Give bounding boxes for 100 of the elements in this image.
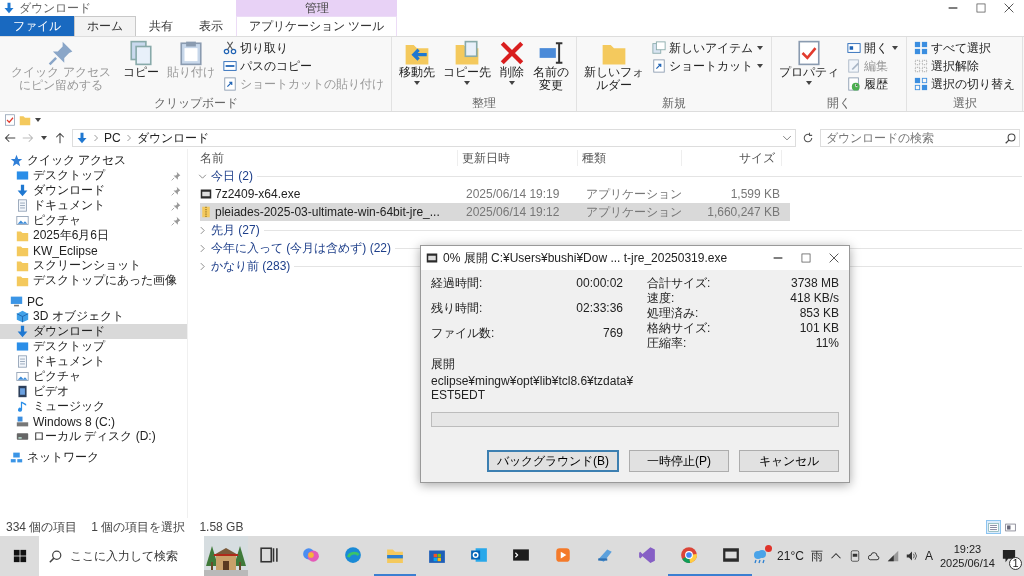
ribbon-button[interactable]: 選択解除 xyxy=(911,57,1018,75)
sidebar-item[interactable]: デスクトップ xyxy=(0,168,187,183)
ribbon-tab[interactable]: ホーム xyxy=(74,16,136,36)
sidebar-item[interactable]: ミュージック xyxy=(0,399,187,414)
ribbon-button[interactable]: 切り取り xyxy=(220,39,387,57)
breadcrumb[interactable]: ダウンロード xyxy=(136,129,209,147)
item-label: ドキュメント xyxy=(33,353,106,370)
ribbon-button[interactable]: 移動先 xyxy=(396,39,438,88)
maximize-icon[interactable] xyxy=(976,3,986,13)
cloud-outline-icon[interactable] xyxy=(867,550,880,562)
sidebar-item[interactable]: KW_Eclipse xyxy=(0,243,187,258)
camera-icon[interactable] xyxy=(848,550,861,562)
sidebar-item[interactable]: デスクトップにあった画像 xyxy=(0,273,187,288)
list-view-icon xyxy=(988,521,999,533)
ribbon-button[interactable]: ショートカット xyxy=(649,57,767,75)
dialog-button[interactable]: 一時停止(P) xyxy=(629,450,729,472)
view-toggle[interactable] xyxy=(986,520,1001,534)
sidebar-item[interactable]: Windows 8 (C:) xyxy=(0,414,187,429)
search-field[interactable]: ダウンロードの検索 xyxy=(820,129,1020,147)
sidebar-item[interactable]: 3D オブジェクト xyxy=(0,309,187,324)
ribbon-button[interactable]: 履歴 xyxy=(844,75,902,93)
checked-page-icon[interactable] xyxy=(4,113,16,126)
folder-icon xyxy=(16,259,29,272)
back-arrow-icon[interactable] xyxy=(4,132,16,144)
zipper-icon xyxy=(200,206,212,218)
table-cell-text: 2025/06/14 19:12 xyxy=(465,205,561,219)
task-view-icon xyxy=(260,546,279,564)
dialog-button[interactable]: バックグラウンド(B) xyxy=(487,450,619,472)
sidebar-item[interactable]: ピクチャ xyxy=(0,213,187,228)
sidebar-item[interactable]: スクリーンショット xyxy=(0,258,187,273)
sidebar-item[interactable]: ドキュメント xyxy=(0,354,187,369)
sidebar-item[interactable]: ローカル ディスク (D:) xyxy=(0,429,187,444)
stat-value: 11% xyxy=(814,336,839,351)
sidebar-item[interactable]: 2025年6月6日 xyxy=(0,228,187,243)
ribbon-button[interactable]: すべて選択 xyxy=(911,39,1018,57)
file-row[interactable]: pleiades-2025-03-ultimate-win-64bit-jre_... 2025/06/14 19:12 アプリケーション 1,660,247 KB xyxy=(200,203,790,221)
group-header[interactable]: 先月 (27) xyxy=(196,221,1024,239)
table-cell-text: アプリケーション xyxy=(585,203,683,221)
mail-letter-icon xyxy=(470,546,489,564)
item-label: ネットワーク xyxy=(27,449,100,466)
caret-icon[interactable] xyxy=(34,115,42,124)
column-header[interactable]: 種類 xyxy=(578,150,682,166)
column-header[interactable]: 名前 xyxy=(196,150,458,166)
ribbon-button[interactable]: プロパティ xyxy=(776,39,842,88)
view-toggle[interactable] xyxy=(1003,520,1018,534)
maximize-icon[interactable] xyxy=(801,253,811,263)
wave-circle-icon xyxy=(344,546,363,564)
close-icon[interactable] xyxy=(1004,3,1014,13)
taskbar-search[interactable]: ここに入力して検索 xyxy=(39,536,205,576)
ribbon-button[interactable]: 選択の切り替え xyxy=(911,75,1018,93)
chevron-down-icon[interactable] xyxy=(782,133,792,143)
group-header[interactable]: 今日 (2) xyxy=(196,167,1024,185)
sidebar-item[interactable]: ダウンロード xyxy=(0,324,187,339)
caret-icon[interactable] xyxy=(40,134,48,142)
sidebar-item[interactable]: ダウンロード xyxy=(0,183,187,198)
ribbon-button[interactable]: 開く xyxy=(844,39,902,57)
stat-value: 00:00:02 xyxy=(576,276,623,292)
ribbon-tab[interactable]: 表示 xyxy=(186,16,236,36)
pin-icon xyxy=(171,185,181,196)
ribbon-button[interactable]: パスのコピー xyxy=(220,57,387,75)
stat-label: 処理済み: xyxy=(647,306,700,321)
ribbon-button[interactable]: 削除 xyxy=(496,39,528,88)
up-arrow-icon[interactable] xyxy=(54,132,66,144)
column-header[interactable]: サイズ xyxy=(682,150,782,166)
notification-count: 1 xyxy=(1009,557,1022,570)
file-name: pleiades-2025-03-ultimate-win-64bit-jre_... xyxy=(215,205,440,219)
address-bar[interactable]: PC ダウンロード xyxy=(72,129,796,147)
ribbon-button[interactable]: 新しいフォルダー xyxy=(581,39,647,93)
ribbon-button[interactable]: コピー xyxy=(120,39,162,80)
dialog-button[interactable]: キャンセル xyxy=(739,450,839,472)
breadcrumb[interactable]: PC xyxy=(104,131,121,145)
stat-value: 769 xyxy=(601,326,623,342)
ribbon-button[interactable]: 新しいアイテム xyxy=(649,39,767,57)
ime-indicator[interactable]: A xyxy=(924,549,933,563)
sidebar-item[interactable]: ビデオ xyxy=(0,384,187,399)
play-icon xyxy=(554,546,573,564)
group-title: 今日 (2) xyxy=(211,167,253,185)
sidebar-item[interactable]: ネットワーク xyxy=(0,450,187,465)
sidebar-item[interactable]: PC xyxy=(0,294,187,309)
file-menu-tab[interactable]: ファイル xyxy=(0,16,74,36)
search-icon[interactable] xyxy=(1005,132,1016,144)
drive-icon xyxy=(16,430,29,443)
weather-condition: 雨 xyxy=(810,547,823,565)
ribbon-button[interactable]: 名前の変更 xyxy=(530,39,572,93)
sidebar-item[interactable]: クイック アクセス xyxy=(0,153,187,168)
group-label: 整理 xyxy=(471,96,497,111)
signal-icon[interactable] xyxy=(886,550,899,562)
sidebar-item[interactable]: ピクチャ xyxy=(0,369,187,384)
ribbon-tab[interactable]: 共有 xyxy=(136,16,186,36)
column-header[interactable]: 更新日時 xyxy=(458,150,578,166)
close-icon[interactable] xyxy=(829,253,839,263)
file-row[interactable]: 7z2409-x64.exe 2025/06/14 19:19 アプリケーション 1,599 KB xyxy=(200,185,790,203)
ribbon-button[interactable]: コピー先 xyxy=(440,39,494,88)
search-placeholder: ここに入力して検索 xyxy=(70,547,179,565)
sidebar-item[interactable]: デスクトップ xyxy=(0,339,187,354)
refresh-icon[interactable] xyxy=(802,132,814,144)
sidebar-item[interactable]: ドキュメント xyxy=(0,198,187,213)
speaker-icon[interactable] xyxy=(905,550,918,562)
stat-label: 格納サイズ: xyxy=(647,321,712,336)
item-label: クイック アクセス xyxy=(27,152,128,169)
